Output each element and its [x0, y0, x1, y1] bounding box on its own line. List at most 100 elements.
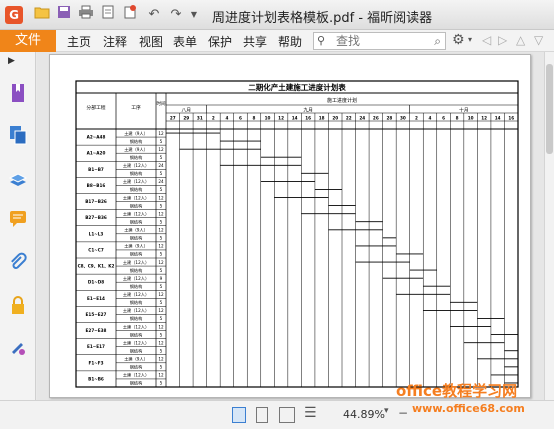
signature-icon[interactable]	[8, 336, 28, 358]
page-icon[interactable]	[98, 5, 118, 25]
menu-help[interactable]: 帮助	[278, 33, 302, 50]
menu-file[interactable]: 文件	[0, 30, 56, 52]
day-label: 26	[373, 116, 379, 121]
nav-back-icon[interactable]: ◁	[482, 33, 491, 47]
print-icon[interactable]	[76, 5, 96, 25]
process-cell: 钢结构	[130, 299, 143, 306]
pdf-page: 二期化产土建施工进度计划表 分部工程 工序 时间 施工进度计划 八月 九月 十月 27 29 31 2…	[49, 54, 531, 398]
settings-dropdown-icon[interactable]: ▾	[468, 35, 472, 44]
section-cell: F1~F3	[88, 360, 103, 365]
time-cell: 5	[160, 268, 163, 273]
header-group: 施工进度计划	[327, 97, 357, 104]
open-folder-icon[interactable]	[32, 5, 52, 25]
process-cell: 土建（12人）	[123, 210, 149, 217]
day-label: 6	[239, 116, 242, 121]
bookmark-icon[interactable]	[8, 82, 28, 104]
nav-forward-icon[interactable]: ▷	[498, 33, 507, 47]
left-sidebar: ▶	[0, 52, 36, 429]
section-cell: C1~C7	[88, 247, 104, 252]
day-label: 10	[468, 116, 474, 121]
continuous-view-icon[interactable]	[256, 407, 268, 423]
window-title: 周进度计划表格模板.pdf - 福昕阅读器	[212, 11, 433, 26]
day-label: 22	[346, 116, 352, 121]
day-label: 4	[429, 116, 432, 121]
day-label: 6	[442, 116, 445, 121]
quick-access-dropdown-icon[interactable]: ▼	[184, 5, 204, 25]
time-cell: 12	[158, 147, 164, 152]
month-label: 九月	[303, 107, 313, 114]
facing-view-icon[interactable]	[279, 407, 295, 423]
process-cell: 土建（9人）	[124, 243, 148, 250]
day-label: 28	[386, 116, 392, 121]
day-label: 18	[319, 116, 325, 121]
menu-protect[interactable]: 保护	[208, 33, 232, 50]
process-cell: 钢结构	[130, 154, 143, 161]
process-cell: 土建（9人）	[124, 146, 148, 153]
time-cell: 12	[158, 308, 164, 313]
time-cell: 5	[160, 187, 163, 192]
menu-share[interactable]: 共享	[243, 33, 267, 50]
menu-form[interactable]: 表单	[173, 33, 197, 50]
section-cell: B27~B36	[85, 215, 107, 220]
document-viewport[interactable]: 二期化产土建施工进度计划表 分部工程 工序 时间 施工进度计划 八月 九月 十月 27 29 31 2…	[37, 52, 544, 400]
save-icon[interactable]	[54, 5, 74, 25]
process-cell: 钢结构	[130, 202, 143, 209]
day-label: 8	[456, 116, 459, 121]
process-cell: 土建（12人）	[123, 323, 149, 330]
process-cell: 土建（12人）	[123, 275, 149, 282]
search-icon[interactable]: ⌕	[434, 34, 441, 49]
process-cell: 土建（12人）	[123, 307, 149, 314]
time-cell: 24	[158, 179, 164, 184]
process-cell: 土建（9人）	[124, 227, 148, 234]
binoculars-icon[interactable]: ⚲	[317, 34, 325, 47]
layers-icon[interactable]	[8, 168, 28, 190]
process-cell: 钢结构	[130, 283, 143, 290]
process-cell: 土建（9人）	[124, 356, 148, 363]
time-cell: 5	[160, 139, 163, 144]
time-cell: 5	[160, 300, 163, 305]
zoom-dropdown-icon[interactable]: ▾	[384, 406, 389, 416]
time-cell: 12	[158, 340, 164, 345]
section-cell: B17~B26	[85, 199, 107, 204]
pages-thumbnail-icon[interactable]	[8, 124, 28, 146]
process-cell: 钢结构	[130, 315, 143, 322]
single-page-view-icon[interactable]	[232, 407, 246, 423]
settings-gear-icon[interactable]: ⚙	[452, 32, 465, 48]
undo-icon[interactable]: ↶	[144, 5, 164, 25]
day-label: 20	[332, 116, 338, 121]
section-cell: E27~E38	[86, 328, 107, 333]
process-cell: 钢结构	[130, 170, 143, 177]
zoom-level[interactable]: 44.89%	[343, 408, 385, 421]
menu-view[interactable]: 视图	[139, 33, 163, 50]
process-cell: 钢结构	[130, 380, 143, 387]
new-document-icon[interactable]	[120, 5, 140, 25]
nav-down-icon[interactable]: ▽	[534, 33, 543, 47]
continuous-facing-icon[interactable]: ☰	[304, 405, 317, 421]
menu-comment[interactable]: 注释	[103, 33, 127, 50]
section-cell: E15~E27	[86, 312, 107, 317]
time-cell: 5	[160, 203, 163, 208]
day-label: 24	[359, 116, 365, 121]
process-cell: 土建（12人）	[123, 291, 149, 298]
menu-home[interactable]: 主页	[67, 33, 91, 50]
comments-icon[interactable]	[8, 208, 28, 230]
nav-up-icon[interactable]: △	[516, 33, 525, 47]
day-label: 4	[225, 116, 228, 121]
search-input[interactable]	[314, 33, 426, 49]
time-cell: 5	[160, 381, 163, 386]
vertical-scrollbar[interactable]	[544, 52, 554, 400]
attachment-icon[interactable]	[8, 252, 28, 274]
time-cell: 12	[158, 292, 164, 297]
process-cell: 钢结构	[130, 364, 143, 371]
time-cell: 5	[160, 348, 163, 353]
zoom-out-icon[interactable]: −	[398, 406, 408, 420]
time-cell: 12	[158, 244, 164, 249]
app-logo[interactable]: G	[5, 6, 23, 24]
process-cell: 土建（12人）	[123, 162, 149, 169]
time-cell: 12	[158, 373, 164, 378]
section-cell: B8~B16	[87, 183, 106, 188]
lock-icon[interactable]	[8, 294, 28, 316]
redo-icon[interactable]: ↷	[166, 5, 186, 25]
scrollbar-thumb[interactable]	[546, 64, 553, 154]
sidebar-expand-icon[interactable]: ▶	[8, 56, 28, 78]
